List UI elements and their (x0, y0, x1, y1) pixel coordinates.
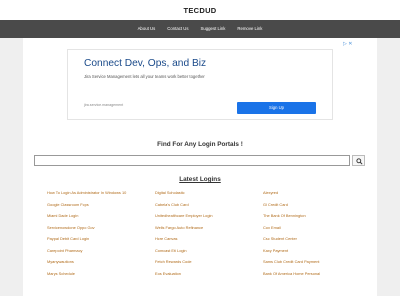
latest-logins-heading: Latest Logins (179, 176, 221, 183)
site-title[interactable]: TECDUD (0, 6, 400, 15)
login-link[interactable]: Gl Credit Card (263, 202, 288, 207)
links-row: Myanywautions Fetch Rewards Code Sams Cl… (47, 259, 367, 267)
login-link[interactable]: Unitedhealthcare Employer Login (155, 213, 213, 218)
main-content: ▷ ✕ Connect Dev, Ops, and Biz Jira Servi… (23, 38, 377, 296)
login-link[interactable]: Marys Schedule (47, 271, 75, 276)
login-link[interactable]: Eos Evaluation (155, 271, 181, 276)
links-row: Paypal Debit Card Login Hcre Canvas Csc … (47, 236, 367, 244)
login-link[interactable]: Paypal Debit Card Login (47, 236, 89, 241)
nav-about-us[interactable]: About Us (136, 20, 158, 38)
login-link[interactable]: The Bank Of Bennington (263, 213, 306, 218)
links-row: How To Login As Administrator In Windows… (47, 190, 367, 198)
login-link[interactable]: Carepoint Pharmacy (47, 248, 82, 253)
search-bar (34, 155, 365, 166)
site-header: TECDUD (0, 0, 400, 20)
nav-suggest-link[interactable]: Suggest Link (199, 20, 228, 38)
login-link[interactable]: Csc Student Center (263, 236, 297, 241)
links-row: Marys Schedule Eos Evaluation Bank Of Am… (47, 271, 367, 279)
ad-url: jira.service.management (84, 103, 124, 107)
login-link[interactable]: Kaxy Payment (263, 248, 288, 253)
links-row: Carepoint Pharmacy Comcast Eti Login Kax… (47, 248, 367, 256)
login-link[interactable]: Comcast Eti Login (155, 248, 187, 253)
login-link[interactable]: Servicenowdone Oppo Gov (47, 225, 95, 230)
ad-title: Connect Dev, Ops, and Biz (84, 58, 207, 69)
login-link[interactable]: Cox Email (263, 225, 281, 230)
login-link[interactable]: Myanywautions (47, 259, 74, 264)
login-link[interactable]: Wells Fargo Auto Refinance (155, 225, 203, 230)
links-row: Miami Dade Login Unitedhealthcare Employ… (47, 213, 367, 221)
links-row: Servicenowdone Oppo Gov Wells Fargo Auto… (47, 225, 367, 233)
nav-bar: About Us Contact Us Suggest Link Remove … (0, 20, 400, 38)
login-link[interactable]: Cabela's Club Card (155, 202, 189, 207)
search-icon (356, 158, 363, 165)
login-link[interactable]: Miami Dade Login (47, 213, 78, 218)
nav-links: About Us Contact Us Suggest Link Remove … (0, 20, 400, 38)
login-link[interactable]: Digital Scholastic (155, 190, 185, 195)
links-row: Google Classroom Fcps Cabela's Club Card… (47, 202, 367, 210)
ad-signup-button[interactable]: Sign Up (237, 102, 316, 114)
login-link[interactable]: Fetch Rewards Code (155, 259, 192, 264)
advertisement-banner[interactable]: Connect Dev, Ops, and Biz Jira Service M… (67, 49, 333, 120)
nav-contact-us[interactable]: Contact Us (165, 20, 190, 38)
login-link[interactable]: Google Classroom Fcps (47, 202, 89, 207)
find-heading: Find For Any Login Portals ! (157, 141, 243, 148)
login-link[interactable]: How To Login As Administrator In Windows… (47, 190, 126, 195)
login-link[interactable]: Bank Of America Home Personal (263, 271, 320, 276)
ad-subtitle: Jira Service Management lets all your te… (84, 74, 205, 79)
ad-choices-icon[interactable]: ▷ ✕ (343, 41, 352, 47)
search-button[interactable] (352, 155, 365, 166)
login-link[interactable]: Hcre Canvas (155, 236, 178, 241)
login-link[interactable]: Alexyred (263, 190, 278, 195)
nav-remove-link[interactable]: Remove Link (235, 20, 264, 38)
login-link[interactable]: Sams Club Credit Card Payment (263, 259, 319, 264)
search-input[interactable] (34, 155, 350, 166)
